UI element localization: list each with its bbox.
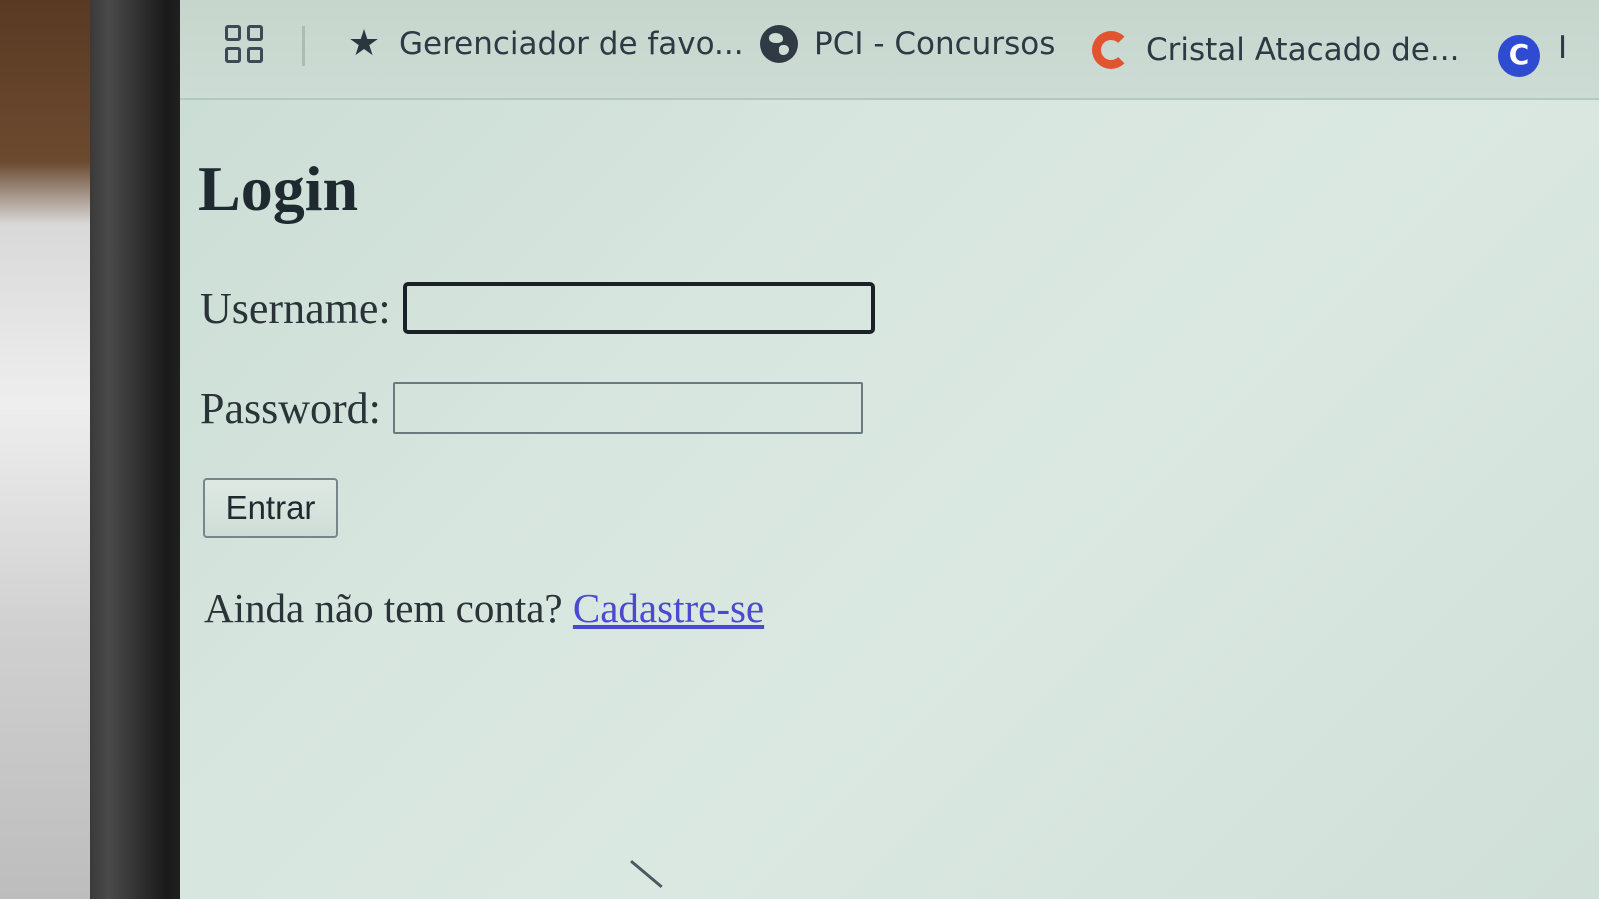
bookmark-label: Gerenciador de favo... [399, 26, 744, 62]
bookmarks-bar: ★ Gerenciador de favo... PCI - Concursos… [180, 0, 1599, 100]
c-blue-icon: C [1498, 35, 1540, 77]
page-title: Login [198, 153, 359, 224]
bookmark-label: Cristal Atacado de... [1146, 32, 1460, 68]
apps-grid-icon[interactable] [225, 25, 265, 65]
c-red-icon [1092, 31, 1130, 69]
password-input[interactable] [392, 382, 863, 434]
bookmark-label: PCI - Concursos [814, 26, 1056, 62]
password-label: Password: [200, 383, 381, 433]
bookmark-c-blue[interactable]: C [1498, 34, 1540, 78]
bookmark-gerenciador-de-favoritos[interactable]: ★ Gerenciador de favo... [345, 22, 744, 66]
monitor-bezel [90, 0, 185, 899]
username-label: Username: [200, 283, 391, 333]
bookmark-truncated-label: I [1558, 30, 1568, 66]
password-row: Password: [200, 382, 863, 434]
photo-background [0, 0, 100, 899]
bookmark-cristal-atacado[interactable]: Cristal Atacado de... [1092, 28, 1459, 72]
username-row: Username: [200, 282, 875, 334]
signup-link[interactable]: Cadastre-se [573, 585, 764, 631]
signup-prompt-line: Ainda não tem conta? Cadastre-se [204, 584, 764, 632]
star-icon: ★ [347, 23, 381, 64]
bookmark-pci-concursos[interactable]: PCI - Concursos [760, 22, 1055, 66]
username-input[interactable] [402, 282, 875, 334]
login-button[interactable]: Entrar [203, 478, 338, 538]
bookmarks-divider [302, 26, 305, 66]
browser-screen: ★ Gerenciador de favo... PCI - Concursos… [180, 0, 1599, 899]
signup-prompt-text: Ainda não tem conta? [204, 585, 563, 631]
globe-icon [760, 25, 798, 63]
